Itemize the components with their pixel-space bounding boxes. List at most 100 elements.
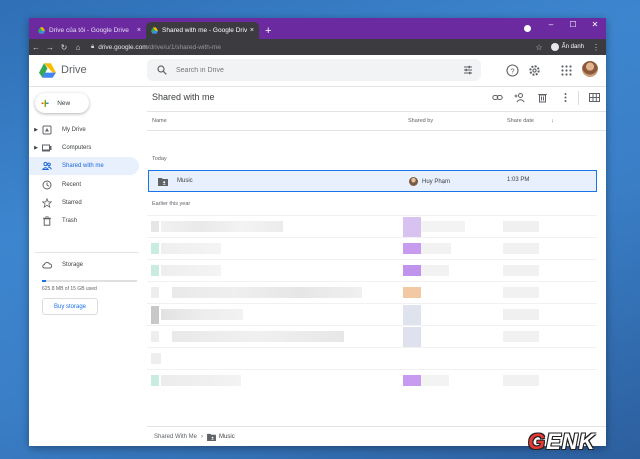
new-button-label: New bbox=[57, 99, 71, 107]
apps-grid-icon[interactable] bbox=[560, 64, 573, 77]
drive-favicon-icon bbox=[151, 27, 158, 34]
redacted-block bbox=[503, 287, 539, 298]
redacted-block bbox=[151, 287, 159, 298]
sidebar-item-trash[interactable]: Trash bbox=[29, 212, 139, 230]
redacted-block bbox=[403, 305, 421, 325]
list-item[interactable] bbox=[147, 215, 597, 237]
incognito-label: Ẩn danh bbox=[561, 44, 584, 50]
forward-icon[interactable]: → bbox=[43, 43, 57, 52]
search-icon[interactable] bbox=[157, 65, 167, 75]
redacted-block bbox=[172, 287, 362, 298]
search-bar[interactable] bbox=[147, 59, 481, 81]
star-icon bbox=[42, 198, 52, 208]
incognito-icon bbox=[550, 43, 559, 51]
sidebar-item-shared-with-me[interactable]: Shared with me bbox=[29, 157, 139, 175]
expand-arrow-icon[interactable]: ▶ bbox=[32, 145, 40, 151]
add-person-icon[interactable] bbox=[514, 92, 525, 103]
lock-icon[interactable]: 🔒︎ bbox=[91, 44, 94, 51]
drive-logo-text[interactable]: Drive bbox=[61, 64, 87, 76]
file-share-date: 1:03 PM bbox=[507, 177, 530, 183]
file-row-music[interactable]: Music Huy Phạm 1:03 PM bbox=[148, 170, 597, 192]
close-window-button[interactable]: ✕ bbox=[584, 18, 606, 34]
storage-label: Storage bbox=[62, 262, 84, 268]
sort-arrow-icon[interactable]: ↓ bbox=[551, 118, 554, 124]
account-avatar[interactable] bbox=[582, 61, 598, 77]
redacted-block bbox=[503, 243, 539, 254]
redacted-block bbox=[151, 306, 159, 324]
breadcrumb-root[interactable]: Shared With Me bbox=[154, 434, 197, 440]
redacted-block bbox=[151, 331, 159, 342]
incognito-badge[interactable]: Ẩn danh bbox=[550, 43, 584, 51]
column-header-shared-by[interactable]: Shared by bbox=[408, 118, 433, 124]
redacted-block bbox=[421, 221, 465, 232]
address-bar[interactable]: drive.google.com/drive/u/1/shared-with-m… bbox=[98, 44, 535, 51]
column-header-share-date[interactable]: Share date bbox=[507, 118, 534, 124]
sidebar-item-label: Trash bbox=[62, 218, 78, 224]
tab-close-icon[interactable]: × bbox=[250, 27, 254, 34]
drive-logo-icon[interactable] bbox=[39, 63, 56, 78]
tab-my-drive[interactable]: Drive của tôi - Google Drive × bbox=[33, 22, 146, 39]
bookmark-star-icon[interactable]: ☆ bbox=[535, 43, 542, 52]
reload-icon[interactable]: ↻ bbox=[57, 43, 71, 52]
redacted-block bbox=[172, 331, 344, 342]
header-divider bbox=[147, 111, 606, 112]
new-tab-button[interactable]: + bbox=[265, 25, 271, 37]
tab-close-icon[interactable]: × bbox=[137, 27, 141, 34]
expand-arrow-icon[interactable]: ▶ bbox=[32, 127, 40, 133]
help-icon[interactable]: ? bbox=[506, 64, 519, 77]
tab-shared-with-me[interactable]: Shared with me - Google Drive × bbox=[146, 22, 259, 39]
sidebar-item-my-drive[interactable]: ▶ My Drive bbox=[29, 121, 139, 139]
sidebar: + New ▶ My Drive ▶ Computers Shared with… bbox=[29, 88, 147, 446]
shared-people-icon bbox=[42, 161, 52, 171]
get-link-icon[interactable] bbox=[492, 92, 503, 103]
profile-indicator-icon[interactable] bbox=[524, 25, 531, 32]
plus-icon: + bbox=[41, 95, 50, 111]
redacted-block bbox=[403, 327, 421, 347]
page-title[interactable]: Shared with me bbox=[152, 92, 215, 102]
redacted-block bbox=[151, 375, 159, 386]
redacted-block bbox=[161, 243, 221, 254]
redacted-block bbox=[403, 217, 421, 237]
sidebar-item-starred[interactable]: Starred bbox=[29, 194, 139, 212]
list-item[interactable] bbox=[147, 347, 597, 369]
list-item[interactable] bbox=[147, 237, 597, 259]
redacted-block bbox=[161, 309, 243, 320]
breadcrumb-current[interactable]: Music bbox=[219, 434, 235, 440]
computers-icon bbox=[42, 143, 52, 153]
sidebar-item-recent[interactable]: Recent bbox=[29, 176, 139, 194]
url-path: /drive/u/1/shared-with-me bbox=[147, 43, 222, 51]
list-item[interactable] bbox=[147, 369, 597, 391]
redacted-block bbox=[161, 221, 283, 232]
new-button[interactable]: + New bbox=[35, 93, 89, 113]
redacted-block bbox=[503, 375, 539, 386]
list-item[interactable] bbox=[147, 281, 597, 303]
column-header-name[interactable]: Name bbox=[152, 118, 167, 124]
my-drive-icon bbox=[42, 125, 52, 135]
back-icon[interactable]: ← bbox=[29, 43, 43, 52]
search-input[interactable] bbox=[176, 66, 446, 74]
window-controls: – ☐ ✕ bbox=[540, 18, 606, 34]
storage-progress-fill bbox=[42, 280, 46, 282]
remove-trash-icon[interactable] bbox=[537, 92, 548, 103]
minimize-button[interactable]: – bbox=[540, 18, 562, 34]
settings-gear-icon[interactable] bbox=[528, 64, 541, 77]
search-options-icon[interactable] bbox=[463, 65, 473, 75]
file-name: Music bbox=[177, 178, 193, 184]
buy-storage-button[interactable]: Buy storage bbox=[42, 298, 98, 315]
browser-menu-icon[interactable]: ⋮ bbox=[592, 43, 600, 52]
sidebar-item-computers[interactable]: ▶ Computers bbox=[29, 139, 139, 157]
home-icon[interactable]: ⌂ bbox=[71, 43, 85, 52]
grid-view-icon[interactable] bbox=[589, 92, 600, 103]
redacted-block bbox=[421, 375, 449, 386]
cloud-icon bbox=[42, 260, 52, 270]
more-actions-icon[interactable] bbox=[560, 92, 571, 103]
section-label-today: Today bbox=[152, 156, 167, 162]
sidebar-item-storage[interactable]: Storage bbox=[29, 256, 139, 274]
list-item[interactable] bbox=[147, 259, 597, 281]
maximize-button[interactable]: ☐ bbox=[562, 18, 584, 34]
tab-label: Drive của tôi - Google Drive bbox=[49, 27, 129, 34]
browser-titlebar: Drive của tôi - Google Drive × Shared wi… bbox=[29, 18, 606, 39]
browser-toolbar: ← → ↻ ⌂ 🔒︎ drive.google.com/drive/u/1/sh… bbox=[29, 39, 606, 55]
list-item[interactable] bbox=[147, 303, 597, 325]
list-item[interactable] bbox=[147, 325, 597, 347]
